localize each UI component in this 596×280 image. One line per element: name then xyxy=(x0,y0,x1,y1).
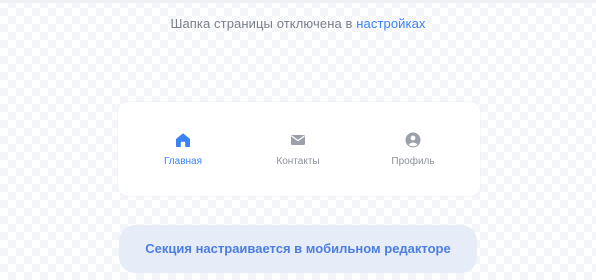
tab-home[interactable]: Главная xyxy=(138,131,228,167)
header-disabled-notice: Шапка страницы отключена в настройках xyxy=(0,16,596,31)
tab-profile-label: Профиль xyxy=(391,156,435,167)
tab-contacts-label: Контакты xyxy=(276,156,320,167)
mobile-tab-bar: Главная Контакты Профиль xyxy=(118,102,480,196)
envelope-icon xyxy=(291,135,305,145)
top-edge-divider xyxy=(0,0,596,3)
user-circle-icon xyxy=(405,132,421,148)
home-icon xyxy=(176,133,190,147)
header-notice-text: Шапка страницы отключена в xyxy=(170,16,357,31)
tab-contacts[interactable]: Контакты xyxy=(253,131,343,167)
tab-home-label: Главная xyxy=(163,156,203,167)
settings-link[interactable]: настройках xyxy=(356,16,425,31)
mobile-editor-section-notice: Секция настраивается в мобильном редакто… xyxy=(119,225,477,273)
tab-profile[interactable]: Профиль xyxy=(368,131,458,167)
